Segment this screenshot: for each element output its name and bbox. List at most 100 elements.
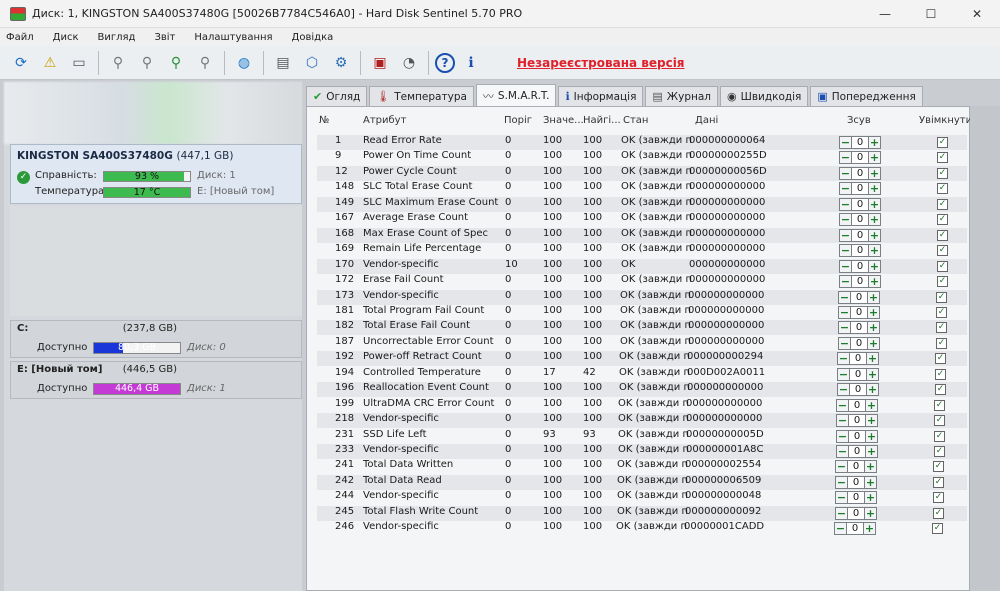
offset-increase-button[interactable]: + xyxy=(868,182,881,196)
enabled-checkbox[interactable]: ✓ xyxy=(937,214,948,226)
enabled-checkbox[interactable]: ✓ xyxy=(935,368,946,380)
offset-stepper[interactable]: −0 + xyxy=(839,151,881,165)
offset-decrease-button[interactable]: − xyxy=(836,398,849,412)
offset-increase-button[interactable]: + xyxy=(867,305,880,319)
offset-decrease-button[interactable]: − xyxy=(839,136,852,149)
offset-decrease-button[interactable]: − xyxy=(839,213,852,227)
table-row[interactable]: 187 Uncorrectable Error Count 0 100 100 OK (з… xyxy=(317,336,967,351)
offset-value[interactable]: 0 xyxy=(848,506,864,520)
offset-decrease-button[interactable]: − xyxy=(839,151,852,165)
offset-decrease-button[interactable]: − xyxy=(836,429,849,443)
enabled-checkbox[interactable]: ✓ xyxy=(934,446,945,457)
disk-icon[interactable]: ▭ xyxy=(66,50,92,76)
document-icon[interactable]: ▤ xyxy=(270,50,296,76)
table-row[interactable]: 1Read Error Rate0100100OK (завжди п...00… xyxy=(317,135,967,150)
offset-decrease-button[interactable]: − xyxy=(839,197,852,211)
offset-value[interactable]: 0 xyxy=(848,475,864,489)
offset-increase-button[interactable]: + xyxy=(865,445,878,458)
offset-value[interactable]: 0 xyxy=(851,336,867,350)
help-icon[interactable]: ? xyxy=(435,52,455,73)
offset-decrease-button[interactable]: − xyxy=(839,228,852,242)
offset-increase-button[interactable]: + xyxy=(868,213,881,227)
offset-decrease-button[interactable]: − xyxy=(839,275,852,289)
offset-decrease-button[interactable]: − xyxy=(838,290,851,304)
offset-increase-button[interactable]: + xyxy=(866,367,879,381)
table-row[interactable]: 233Vendor-specific0100100OK (завжди п...… xyxy=(317,444,967,459)
enabled-checkbox[interactable]: ✓ xyxy=(937,167,948,179)
table-row[interactable]: 12Power Cycle Count0100100OK (завжди п..… xyxy=(317,165,967,181)
offset-stepper[interactable]: −0 + xyxy=(836,429,878,443)
offset-decrease-button[interactable]: − xyxy=(836,414,849,428)
table-row[interactable]: 169 Remain Life Percentage 0 100 100 OK (завж… xyxy=(317,243,967,258)
table-row[interactable]: 148 SLC Total Erase Count 0 100 100 OK (завжд… xyxy=(317,181,967,196)
close-button[interactable]: ✕ xyxy=(954,0,1000,28)
enabled-checkbox[interactable]: ✓ xyxy=(934,430,945,442)
offset-increase-button[interactable]: + xyxy=(868,151,881,165)
offset-decrease-button[interactable]: − xyxy=(835,475,848,489)
offset-value[interactable]: 0 xyxy=(850,352,866,366)
offset-stepper[interactable]: −0 + xyxy=(838,305,880,319)
table-row[interactable]: 245 Total Flash Write Count 0 100 100 OK (зав… xyxy=(317,505,967,521)
enabled-checkbox[interactable]: ✓ xyxy=(932,523,943,535)
table-row[interactable]: 168 Max Erase Count of Spec 0 100 100 OK (зав… xyxy=(317,227,967,243)
offset-decrease-button[interactable]: − xyxy=(837,383,850,397)
tab-log[interactable]: ▤ Журнал xyxy=(645,86,718,106)
offset-increase-button[interactable]: + xyxy=(867,321,880,335)
offset-decrease-button[interactable]: − xyxy=(834,522,847,536)
offset-increase-button[interactable]: + xyxy=(867,336,880,350)
enabled-checkbox[interactable]: ✓ xyxy=(936,337,947,349)
network-icon[interactable]: ⬡ xyxy=(299,50,325,76)
table-row[interactable]: 192 Power-off Retract Count 0 100 100 OK (зав… xyxy=(317,351,967,367)
enabled-checkbox[interactable]: ✓ xyxy=(937,198,948,210)
offset-increase-button[interactable]: + xyxy=(868,275,881,289)
offset-decrease-button[interactable]: − xyxy=(839,166,852,180)
offset-value[interactable]: 0 xyxy=(849,414,865,428)
disk-test-icon[interactable]: ⚲ xyxy=(105,50,131,76)
offset-value[interactable]: 0 xyxy=(849,398,865,412)
header-enabled[interactable]: Увімкнути xyxy=(919,115,972,126)
minimize-button[interactable]: — xyxy=(862,0,908,28)
offset-stepper[interactable]: −0 + xyxy=(835,491,877,505)
offset-increase-button[interactable]: + xyxy=(868,136,881,149)
table-row[interactable]: 196 Reallocation Event Count 0 100 100 OK (за… xyxy=(317,382,967,398)
enabled-checkbox[interactable]: ✓ xyxy=(935,353,946,365)
enabled-checkbox[interactable]: ✓ xyxy=(936,306,947,318)
offset-value[interactable]: 0 xyxy=(851,321,867,335)
table-row[interactable]: 199 UltraDMA CRC Error Count 0 100 100 OK (за… xyxy=(317,398,967,413)
offset-value[interactable]: 0 xyxy=(852,259,868,273)
offset-decrease-button[interactable]: − xyxy=(839,259,852,273)
offset-stepper[interactable]: −0 + xyxy=(837,367,879,381)
offset-value[interactable]: 0 xyxy=(849,429,865,443)
offset-stepper[interactable]: −0 + xyxy=(837,352,879,366)
table-row[interactable]: 181 Total Program Fail Count 0 100 100 OK (за… xyxy=(317,305,967,320)
menu-view[interactable]: Вигляд xyxy=(98,32,136,43)
offset-increase-button[interactable]: + xyxy=(868,244,881,258)
enabled-checkbox[interactable]: ✓ xyxy=(937,229,948,241)
table-row[interactable]: 242Total Data Read0100100OK (завжди п...… xyxy=(317,474,967,490)
header-no[interactable]: № xyxy=(319,115,329,126)
offset-increase-button[interactable]: + xyxy=(864,475,877,489)
offset-decrease-button[interactable]: − xyxy=(835,506,848,520)
offset-stepper[interactable]: −0 + xyxy=(835,460,877,474)
volume-c[interactable]: C: (237,8 GB) Доступно 80,3 GB Диск: 0 xyxy=(10,320,302,358)
offset-stepper[interactable]: −0 + xyxy=(839,166,881,180)
volume-e[interactable]: E: [Новый том] (446,5 GB) Доступно 446,4… xyxy=(10,361,302,399)
offset-increase-button[interactable]: + xyxy=(865,414,878,428)
tab-smart[interactable]: 〰 S.M.A.R.T. xyxy=(475,84,557,106)
offset-decrease-button[interactable]: − xyxy=(838,305,851,319)
speaker-icon[interactable]: ◔ xyxy=(396,50,422,76)
table-row[interactable]: 9Power On Time Count0100100OK (завжди п.… xyxy=(317,150,967,165)
offset-value[interactable]: 0 xyxy=(852,151,868,165)
offset-increase-button[interactable]: + xyxy=(864,506,877,520)
offset-stepper[interactable]: −0 + xyxy=(839,259,881,273)
offset-value[interactable]: 0 xyxy=(851,290,867,304)
offset-increase-button[interactable]: + xyxy=(865,429,878,443)
offset-value[interactable]: 0 xyxy=(848,460,864,474)
menu-report[interactable]: Звіт xyxy=(154,32,175,43)
enabled-checkbox[interactable]: ✓ xyxy=(936,291,947,303)
table-row[interactable]: 170 Vendor-specific 10 100 100 OK 000000000000… xyxy=(317,258,967,274)
offset-increase-button[interactable]: + xyxy=(866,352,879,366)
menu-file[interactable]: Файл xyxy=(6,32,34,43)
table-row[interactable]: 244Vendor-specific0100100OK (завжди п...… xyxy=(317,490,967,505)
disk-card[interactable]: KINGSTON SA400S37480G (447,1 GB) ✓ Справ… xyxy=(10,144,302,204)
